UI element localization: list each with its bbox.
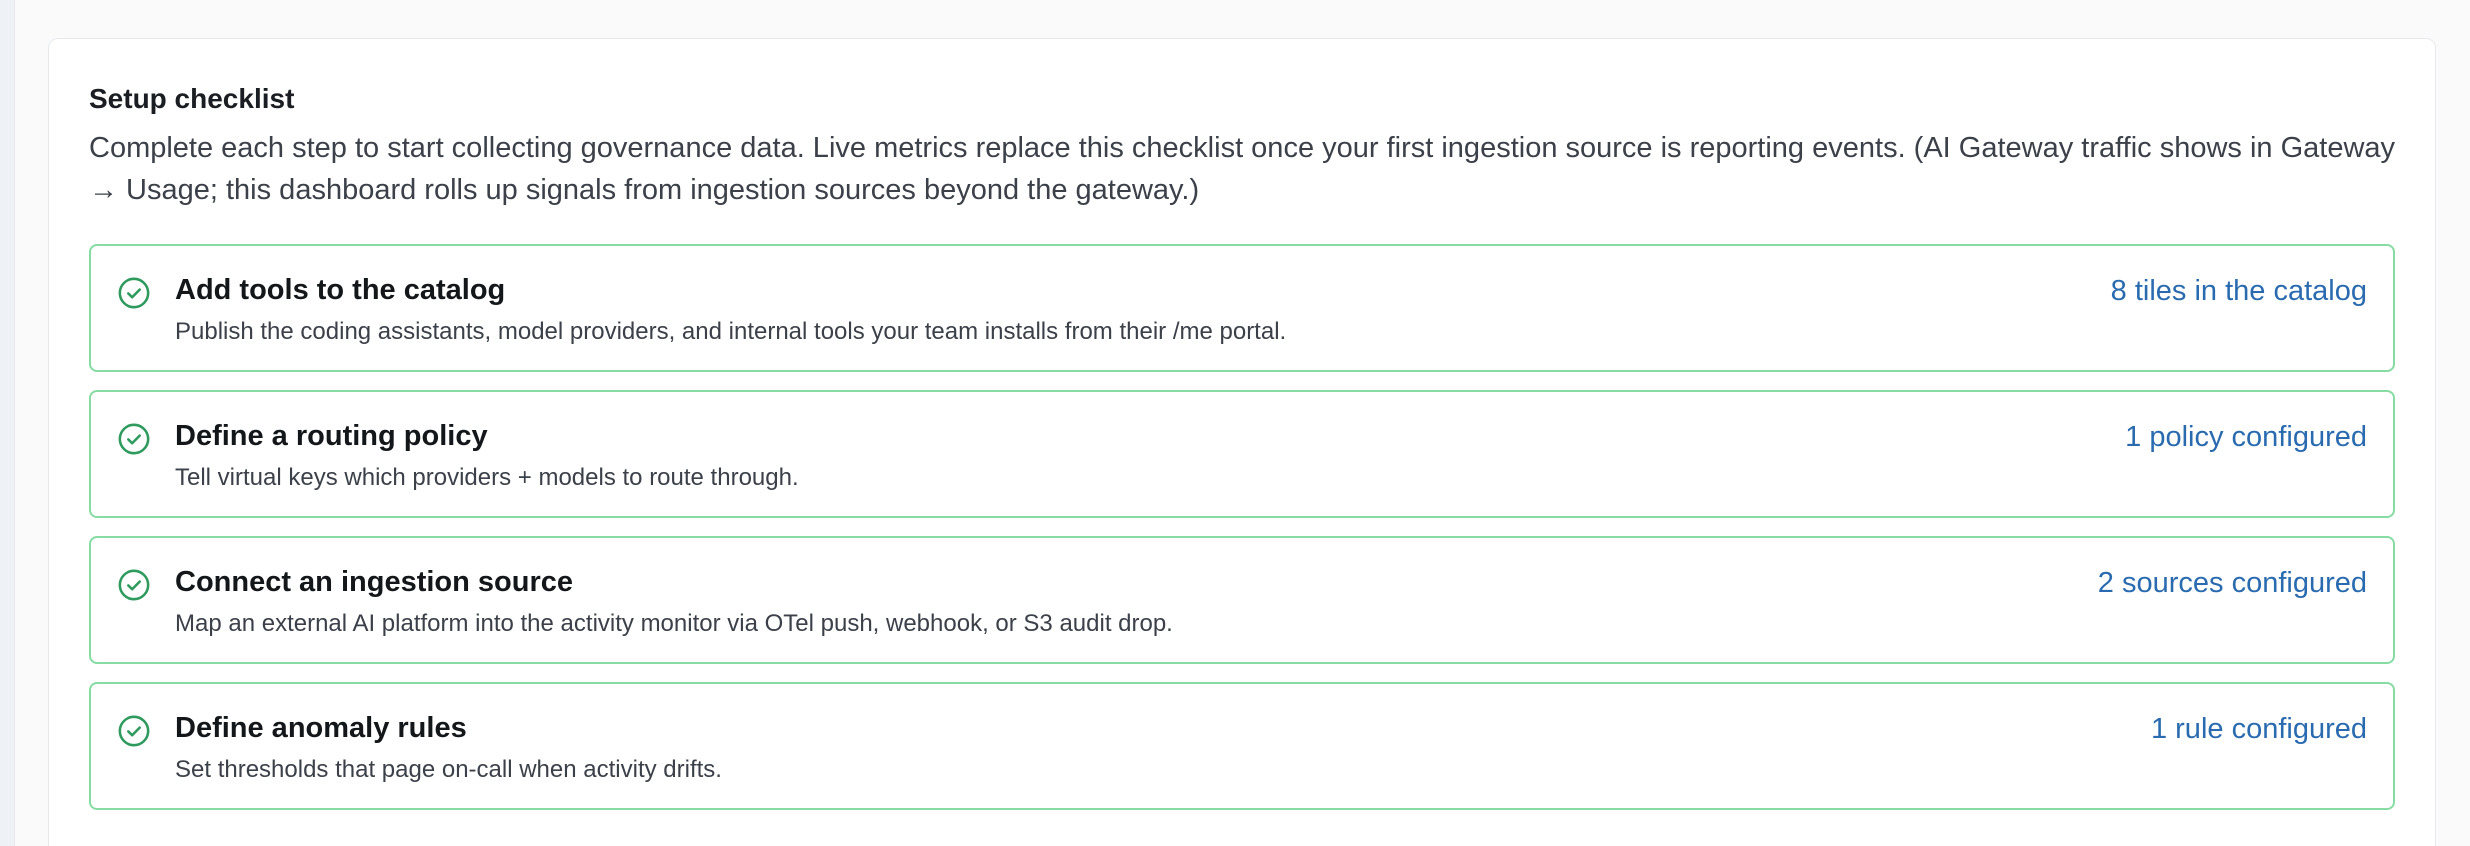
check-circle-icon [118, 423, 150, 455]
step-title: Define anomaly rules [175, 712, 467, 744]
checklist-description: Complete each step to start collecting g… [89, 132, 2396, 206]
checklist-step: Define anomaly rules Set thresholds that… [89, 682, 2395, 810]
checklist-step: Add tools to the catalog Publish the cod… [89, 244, 2395, 372]
step-status-link[interactable]: 1 rule configured [2151, 713, 2367, 746]
step-description: Map an external AI platform into the act… [175, 610, 1173, 637]
checklist-step: Connect an ingestion source Map an exter… [89, 536, 2395, 664]
step-status-link[interactable]: 2 sources configured [2098, 567, 2367, 600]
step-description: Tell virtual keys which providers + mode… [175, 464, 799, 491]
left-rail [0, 0, 15, 846]
check-circle-icon [118, 569, 150, 601]
checklist-step: Define a routing policy Tell virtual key… [89, 390, 2395, 518]
step-title: Add tools to the catalog [175, 274, 506, 306]
step-title: Connect an ingestion source [175, 566, 573, 598]
setup-checklist-card: Setup checklist Complete each step to st… [48, 38, 2436, 846]
checklist-steps: Add tools to the catalog Publish the cod… [89, 244, 2395, 828]
step-status-link[interactable]: 8 tiles in the catalog [2111, 275, 2367, 308]
step-description: Publish the coding assistants, model pro… [175, 318, 1287, 345]
step-status-link[interactable]: 1 policy configured [2125, 421, 2367, 454]
checklist-title: Setup checklist [89, 83, 295, 114]
check-circle-icon [118, 715, 150, 747]
step-description: Set thresholds that page on-call when ac… [175, 756, 722, 783]
page: Setup checklist Complete each step to st… [0, 0, 2470, 846]
step-title: Define a routing policy [175, 420, 488, 452]
check-circle-icon [118, 277, 150, 309]
